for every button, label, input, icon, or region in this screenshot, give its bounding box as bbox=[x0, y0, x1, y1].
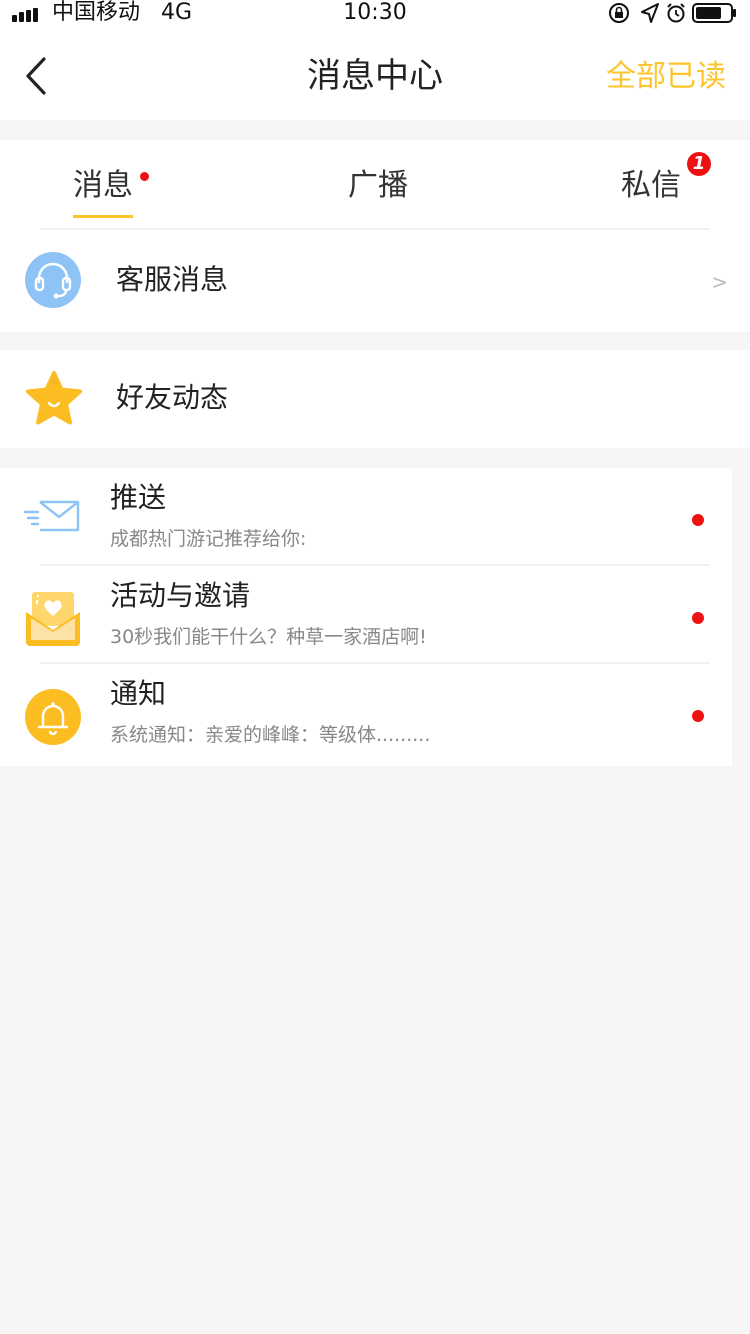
star-icon bbox=[24, 370, 84, 432]
push-title: 推送 bbox=[110, 481, 167, 514]
mail-icon bbox=[23, 496, 82, 540]
alarm-icon bbox=[666, 2, 686, 28]
friends-activity-label: 好友动态 bbox=[116, 381, 229, 414]
list-item-push[interactable]: 推送 成都热门游记推荐给你: bbox=[0, 468, 732, 564]
unread-dot bbox=[140, 172, 149, 181]
tabs-card: 消息 广播 私信 1 客服消息 > bbox=[0, 140, 750, 332]
tab-bar: 消息 广播 私信 1 bbox=[40, 140, 711, 230]
notification-title: 通知 bbox=[110, 677, 167, 710]
tab-broadcast-label: 广播 bbox=[348, 168, 408, 203]
customer-service-label: 客服消息 bbox=[116, 263, 229, 296]
activity-title: 活动与邀请 bbox=[110, 579, 251, 612]
bell-icon bbox=[24, 688, 82, 750]
headset-icon bbox=[24, 251, 82, 313]
list-item-notification[interactable]: 通知 系统通知：亲爱的峰峰：等级体......... bbox=[0, 664, 732, 760]
unread-dot bbox=[692, 710, 704, 722]
unread-dot bbox=[692, 612, 704, 624]
status-bar: 中国移动 4G 10:30 bbox=[0, 0, 750, 28]
chevron-right-icon: > bbox=[711, 270, 728, 294]
invitation-envelope-icon bbox=[24, 588, 82, 652]
tab-private-messages[interactable]: 私信 1 bbox=[621, 152, 711, 208]
customer-service-row[interactable]: 客服消息 > bbox=[0, 232, 750, 332]
tab-messages[interactable]: 消息 bbox=[73, 164, 149, 218]
mark-all-read-button[interactable]: 全部已读 bbox=[606, 54, 726, 100]
message-list: 推送 成都热门游记推荐给你: 活动与邀请 30秒我们能干什么？种草一家酒店啊! bbox=[0, 468, 732, 766]
tab-broadcast[interactable]: 广播 bbox=[348, 164, 408, 208]
unread-count-badge: 1 bbox=[687, 152, 711, 176]
tab-private-label: 私信 bbox=[621, 168, 681, 203]
friends-activity-card[interactable]: 好友动态 bbox=[0, 350, 750, 448]
status-icons bbox=[608, 0, 738, 26]
activity-preview: 30秒我们能干什么？种草一家酒店啊! bbox=[110, 626, 427, 648]
nav-bar: 消息中心 全部已读 bbox=[0, 28, 750, 120]
push-preview: 成都热门游记推荐给你: bbox=[110, 528, 307, 550]
notification-preview: 系统通知：亲爱的峰峰：等级体......... bbox=[110, 724, 431, 746]
rotation-lock-icon bbox=[608, 2, 630, 28]
list-item-activity-invitation[interactable]: 活动与邀请 30秒我们能干什么？种草一家酒店啊! bbox=[0, 566, 732, 662]
battery-icon bbox=[692, 3, 738, 27]
unread-dot bbox=[692, 514, 704, 526]
location-icon bbox=[640, 2, 660, 28]
tab-messages-label: 消息 bbox=[73, 168, 133, 203]
